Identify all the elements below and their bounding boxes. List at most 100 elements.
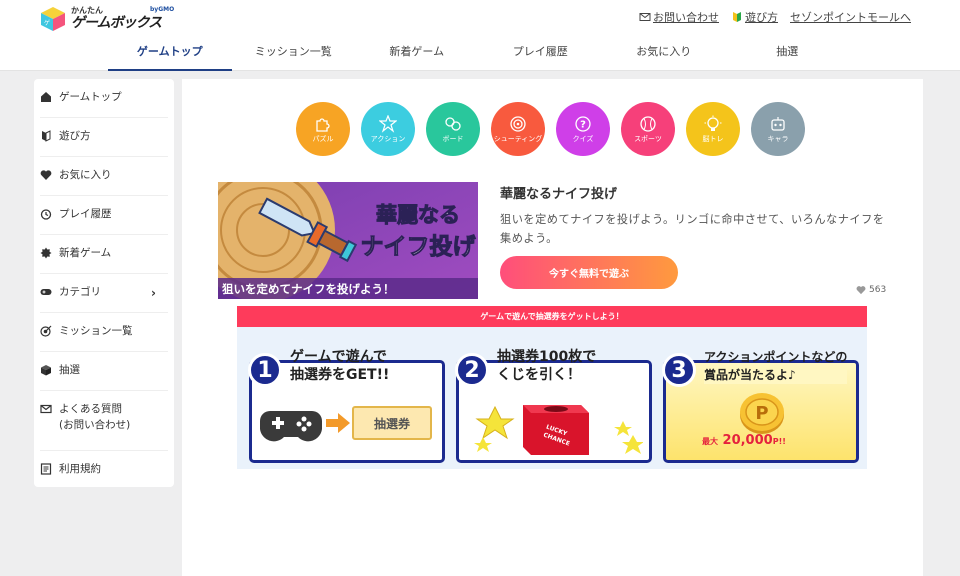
sidebar-item-game-top[interactable]: ゲームトップ: [40, 79, 168, 118]
site-logo[interactable]: ゲ かんたん ゲームボックス byGMO: [40, 6, 174, 32]
category-puzzle[interactable]: パズル: [296, 102, 350, 156]
sidebar-item-new-games[interactable]: 新着ゲーム: [40, 235, 168, 274]
mail-icon: [40, 404, 52, 414]
beginner-icon: [733, 12, 741, 22]
document-icon: [40, 463, 52, 475]
heart-icon: [856, 286, 866, 295]
svg-text:ゲ: ゲ: [44, 19, 50, 27]
category-board[interactable]: ボード: [426, 102, 480, 156]
main-content: パズル アクション ボード シューティング ? クイズ スポーツ 脳トレ キャラ: [182, 79, 923, 576]
sidebar-item-faq[interactable]: よくある質問 (お問い合わせ): [40, 391, 168, 451]
step-title-line2: くじを引く！: [497, 367, 581, 383]
tab-play-history[interactable]: プレイ履歴: [479, 40, 603, 71]
category-label: スポーツ: [634, 135, 662, 143]
lottery-step-2: 2 抽選券100枚で くじを引く！ LUCKY CHANCE: [455, 348, 652, 463]
prize-text: 最大 20,000P!!: [702, 433, 786, 448]
heart-icon: [40, 170, 52, 180]
sidebar-item-label: 新着ゲーム: [59, 247, 112, 259]
category-label: クイズ: [572, 135, 594, 143]
banner-title-line2: ナイフ投げ: [361, 234, 477, 260]
saison-mall-link-label: セゾンポイントモールへ: [790, 11, 911, 24]
faq-label-line1: よくある質問: [59, 403, 122, 415]
howto-link[interactable]: 遊び方: [731, 9, 778, 25]
site-header: ゲ かんたん ゲームボックス byGMO お問い合わせ 遊び方 セゾンポイントモ…: [0, 0, 960, 71]
sidebar-item-label: 利用規約: [59, 463, 101, 475]
sidebar: ゲームトップ 遊び方 お気に入り プレイ履歴 新着ゲーム カテゴリ › ミッショ…: [34, 79, 174, 487]
banner-caption: 狙いを定めてナイフを投げよう！: [222, 282, 395, 296]
step-title: アクションポイントなどの 賞品が当たるよ♪: [704, 348, 848, 384]
tab-new-games[interactable]: 新着ゲーム: [355, 40, 479, 71]
puzzle-icon: [316, 118, 330, 132]
sidebar-item-terms[interactable]: 利用規約: [40, 451, 168, 490]
sidebar-item-label: ゲームトップ: [59, 91, 122, 103]
feature-title[interactable]: 華麗なるナイフ投げ: [500, 183, 617, 202]
svg-text:?: ?: [580, 120, 586, 131]
logo-small-text: かんたん: [71, 6, 103, 15]
sidebar-item-howto[interactable]: 遊び方: [40, 118, 168, 157]
lottery-banner-header: ゲームで遊んで抽選券をゲットしよう！: [237, 306, 867, 327]
category-label: キャラ: [767, 135, 789, 143]
new-badge-icon: [40, 247, 52, 259]
play-free-button[interactable]: 今すぐ無料で遊ぶ: [500, 256, 678, 289]
sidebar-item-label: カテゴリ: [59, 286, 101, 298]
category-label: アクション: [370, 135, 406, 143]
category-label: 脳トレ: [702, 135, 724, 143]
faq-label-line2: (お問い合わせ): [59, 419, 131, 431]
mail-icon: [639, 13, 651, 21]
global-nav: ゲームトップ ミッション一覧 新着ゲーム プレイ履歴 お気に入り 抽選: [108, 40, 849, 71]
home-icon: [41, 92, 51, 102]
tab-favorites[interactable]: お気に入り: [602, 40, 726, 71]
step-title-line2: 賞品が当たるよ♪: [704, 368, 796, 382]
lottery-step-3: 3 アクションポイントなどの 賞品が当たるよ♪ P 最大 20,000P!!: [662, 348, 859, 463]
sidebar-item-missions[interactable]: ミッション一覧: [40, 313, 168, 352]
sidebar-item-lottery[interactable]: 抽選: [40, 352, 168, 391]
feature-banner-art: 華麗なる ナイフ投げ 狙いを定めてナイフを投げよう！: [218, 182, 478, 299]
logo-gmo-text: byGMO: [150, 6, 175, 13]
sidebar-item-label: 遊び方: [59, 130, 91, 142]
logo-cube-icon: ゲ: [41, 7, 65, 31]
sidebar-item-play-history[interactable]: プレイ履歴: [40, 196, 168, 235]
tab-game-top[interactable]: ゲームトップ: [108, 40, 232, 71]
howto-link-label: 遊び方: [745, 11, 778, 24]
prize-amount: 20,000: [722, 433, 773, 448]
tab-missions[interactable]: ミッション一覧: [232, 40, 356, 71]
sidebar-item-category[interactable]: カテゴリ ›: [40, 274, 168, 313]
sidebar-item-label: プレイ履歴: [59, 208, 112, 220]
category-brain[interactable]: 脳トレ: [686, 102, 740, 156]
baseball-icon: [640, 116, 656, 132]
step-number: 3: [662, 353, 696, 387]
lottery-step-1: 1 ゲームで遊んで 抽選券をGET!! 抽選券: [248, 348, 445, 463]
tab-lottery[interactable]: 抽選: [726, 40, 850, 71]
top-links: お問い合わせ 遊び方 セゾンポイントモールへ: [639, 9, 911, 25]
bulb-icon: [704, 115, 722, 131]
board-icon: [445, 117, 461, 131]
arrow-right-icon: [326, 413, 350, 433]
sidebar-item-favorites[interactable]: お気に入り: [40, 157, 168, 196]
banner-title-line1: 華麗なる: [376, 203, 460, 227]
coin-letter: P: [755, 403, 768, 424]
saison-mall-link[interactable]: セゾンポイントモールへ: [790, 9, 911, 25]
lottery-ticket: 抽選券: [352, 406, 432, 440]
step-title-line1: 抽選券100枚で: [497, 349, 597, 365]
gamepad-icon: [40, 289, 52, 295]
category-sports[interactable]: スポーツ: [621, 102, 675, 156]
box-icon: [41, 365, 51, 376]
prize-suffix: P!!: [772, 437, 786, 446]
action-icon: [379, 115, 397, 133]
step-title: ゲームで遊んで 抽選券をGET!!: [290, 348, 390, 384]
step-title-line1: ゲームで遊んで: [290, 349, 387, 365]
step-title: 抽選券100枚で くじを引く！: [497, 348, 597, 384]
category-quiz[interactable]: ? クイズ: [556, 102, 610, 156]
gamepad-icon: [260, 411, 322, 442]
sidebar-item-label: ミッション一覧: [59, 325, 133, 337]
lottery-banner[interactable]: ゲームで遊んで抽選券をゲットしよう！ 1 ゲームで遊んで 抽選券をGET!! 抽選…: [237, 306, 867, 469]
likes-count[interactable]: 563: [856, 285, 886, 295]
contact-link[interactable]: お問い合わせ: [639, 9, 719, 25]
category-action[interactable]: アクション: [361, 102, 415, 156]
category-shooting[interactable]: シューティング: [491, 102, 545, 156]
sidebar-item-label: 抽選: [59, 364, 80, 376]
category-label: シューティング: [493, 135, 543, 143]
lucky-chance-box-art: LUCKY CHANCE: [474, 405, 643, 455]
category-character[interactable]: キャラ: [751, 102, 805, 156]
feature-game-banner[interactable]: 華麗なる ナイフ投げ 狙いを定めてナイフを投げよう！: [218, 182, 478, 299]
